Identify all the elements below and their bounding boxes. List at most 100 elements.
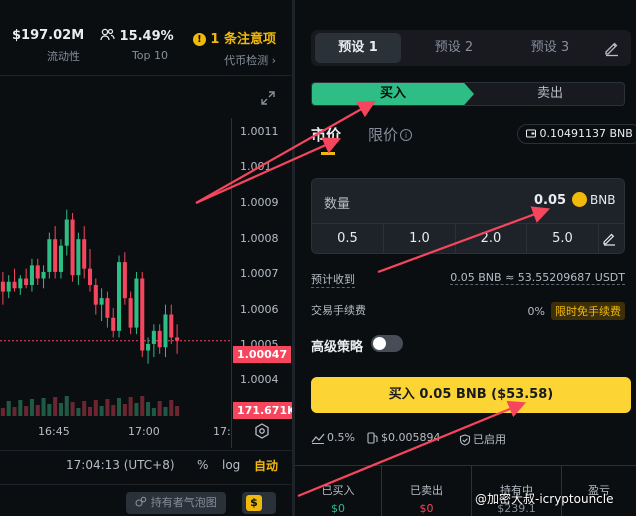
volume-bar bbox=[128, 397, 133, 416]
qty-option-5-0[interactable]: 5.0 bbox=[527, 224, 599, 254]
tab-preset-3[interactable]: 预设 3 bbox=[507, 33, 593, 63]
active-tab-underline bbox=[321, 152, 335, 155]
holder-bubble-label: 持有者气泡图 bbox=[150, 496, 217, 509]
quantity-label: 数量 bbox=[324, 197, 351, 212]
currency-toggle[interactable]: $ bbox=[242, 492, 276, 514]
current-price-tag: 1.00047 bbox=[233, 346, 292, 363]
volume-bar bbox=[12, 407, 17, 416]
chart-settings-icon[interactable] bbox=[254, 423, 270, 439]
volume-bar bbox=[41, 398, 46, 416]
candle bbox=[70, 212, 75, 282]
volume-bar bbox=[58, 403, 63, 416]
price-axis-label: 1.0008 bbox=[240, 232, 279, 245]
advanced-strategy-toggle[interactable] bbox=[371, 335, 403, 352]
quantity-value[interactable]: 0.05 bbox=[534, 193, 566, 208]
price-axis-label: 1.0011 bbox=[240, 125, 279, 138]
time-label-3: 17: bbox=[213, 425, 231, 438]
volume-bar bbox=[134, 403, 139, 416]
token-stats-bar: $197.02M 流动性 15.49% Top 10 ! 1 条注意项 代币检测… bbox=[0, 0, 292, 76]
time-label-1: 16:45 bbox=[38, 425, 70, 438]
candle bbox=[0, 271, 5, 305]
volume-bar bbox=[140, 396, 145, 416]
fee-row: 交易手续费 0% 限时免手续费 bbox=[311, 302, 625, 320]
estimate-row: 预计收到 0.05 BNB ≈ 53.55209687 USDT bbox=[311, 271, 625, 288]
liquidity-value: $197.02M bbox=[12, 28, 85, 43]
price-axis-label: 1.0006 bbox=[240, 303, 279, 316]
token-check-stat[interactable]: ! 1 条注意项 代币检测 › bbox=[190, 28, 276, 68]
timezone-clock[interactable]: 17:04:13 (UTC+8) bbox=[66, 458, 175, 472]
candle bbox=[93, 278, 98, 315]
volume-bar bbox=[87, 407, 93, 416]
gas-icon bbox=[367, 432, 378, 444]
tab-preset-1[interactable]: 预设 1 bbox=[315, 33, 401, 63]
gas-setting[interactable]: $0.005894 bbox=[367, 431, 441, 444]
price-axis-label: 1.0007 bbox=[240, 267, 279, 280]
buy-button[interactable]: 买入 0.05 BNB ($53.58) bbox=[311, 377, 631, 413]
qty-option-2-0[interactable]: 2.0 bbox=[456, 224, 527, 254]
candle bbox=[24, 268, 29, 289]
quantity-presets: 0.5 1.0 2.0 5.0 bbox=[312, 223, 624, 254]
estimate-label: 预计收到 bbox=[311, 273, 355, 288]
tab-preset-2[interactable]: 预设 2 bbox=[411, 33, 497, 63]
candle bbox=[41, 265, 46, 289]
log-scale-button[interactable]: log bbox=[222, 458, 240, 472]
tab-market[interactable]: 市价 bbox=[311, 124, 341, 145]
volume-bar bbox=[146, 402, 151, 416]
trade-panel: 预设 1 预设 2 预设 3 买入 卖出 市价 限价 i 0.10491137 B… bbox=[295, 0, 636, 516]
candle bbox=[105, 291, 110, 328]
edit-quantity-icon[interactable] bbox=[602, 231, 617, 246]
candle bbox=[6, 275, 11, 299]
dollar-icon: $ bbox=[246, 495, 262, 511]
time-label-2: 17:00 bbox=[128, 425, 160, 438]
users-icon bbox=[100, 28, 115, 41]
candle bbox=[111, 307, 116, 338]
volume-bar bbox=[18, 400, 23, 416]
slippage-icon bbox=[311, 433, 325, 444]
candle bbox=[99, 288, 104, 322]
candle bbox=[175, 324, 180, 354]
volume-bar bbox=[29, 399, 34, 416]
volume-bar bbox=[99, 406, 104, 416]
quantity-input-box[interactable]: 数量 0.05 BNB 0.5 1.0 2.0 5.0 bbox=[311, 178, 625, 254]
candle bbox=[169, 304, 174, 344]
shield-check-icon bbox=[459, 434, 471, 446]
edit-preset-icon[interactable] bbox=[603, 39, 621, 57]
candle bbox=[47, 232, 52, 279]
tab-limit[interactable]: 限价 i bbox=[368, 124, 413, 145]
sold-value: $0 bbox=[419, 502, 434, 515]
gas-suffix: 4 bbox=[433, 431, 441, 444]
slippage-value: 0.5% bbox=[327, 431, 355, 444]
price-axis-label: 1.001 bbox=[240, 160, 272, 173]
top10-value: 15.49% bbox=[119, 29, 174, 44]
qty-option-0-5[interactable]: 0.5 bbox=[312, 224, 384, 254]
buy-tab[interactable]: 买入 bbox=[312, 83, 474, 105]
candle bbox=[163, 304, 168, 358]
candle bbox=[35, 258, 40, 286]
sell-tab[interactable]: 卖出 bbox=[474, 83, 624, 105]
liquidity-label: 流动性 bbox=[47, 50, 80, 63]
mev-protection-setting[interactable]: 已启用 bbox=[459, 431, 506, 447]
wallet-balance: 0.10491137 BNB bbox=[517, 124, 636, 144]
slippage-setting[interactable]: 0.5% bbox=[311, 431, 355, 444]
volume-bar bbox=[105, 399, 110, 416]
percent-scale-button[interactable]: % bbox=[197, 458, 208, 472]
volume-bar bbox=[117, 398, 122, 416]
sold-column: 已卖出 $0 bbox=[382, 466, 472, 516]
price-axis-label: 1.0009 bbox=[240, 196, 279, 209]
candle bbox=[117, 255, 122, 338]
advanced-strategy-label: 高级策略 bbox=[311, 340, 364, 355]
top10-stat: 15.49% Top 10 bbox=[100, 28, 174, 62]
qty-option-1-0[interactable]: 1.0 bbox=[384, 224, 456, 254]
auto-scale-button[interactable]: 自动 bbox=[254, 457, 278, 474]
info-icon[interactable]: i bbox=[400, 129, 413, 141]
token-check-label: 代币检测 › bbox=[224, 54, 276, 67]
holder-bubble-button[interactable]: 持有者气泡图 bbox=[126, 492, 226, 514]
volume-bar bbox=[151, 408, 156, 416]
candle bbox=[128, 291, 133, 335]
candle bbox=[12, 268, 17, 292]
candle bbox=[151, 324, 156, 358]
wallet-icon bbox=[526, 129, 536, 138]
volume-bar bbox=[35, 405, 40, 416]
expand-icon[interactable] bbox=[261, 91, 275, 105]
volume-bar bbox=[157, 401, 162, 416]
